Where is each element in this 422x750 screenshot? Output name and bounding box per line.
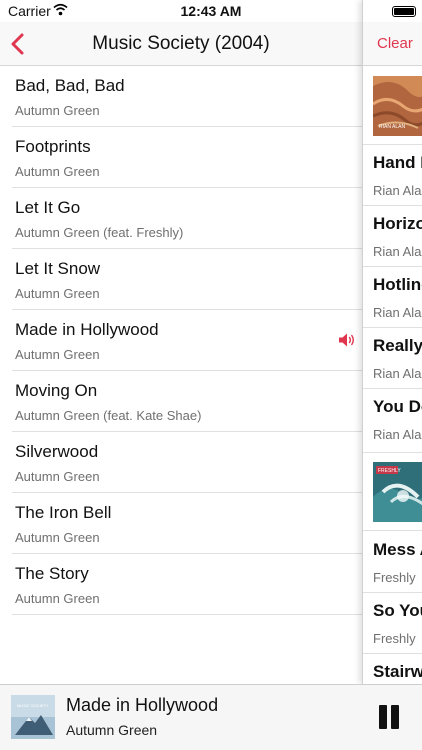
queue-item-title[interactable]: Really	[373, 336, 422, 356]
track-row[interactable]: Bad, Bad, Bad Autumn Green	[12, 66, 362, 127]
track-artist: Autumn Green	[15, 103, 100, 118]
queue-item-artist: Freshly	[373, 570, 416, 585]
track-title: Silverwood	[15, 442, 99, 461]
queue-item-title[interactable]: So You	[373, 601, 422, 621]
pause-button[interactable]	[376, 705, 402, 731]
track-row[interactable]: The Story Autumn Green	[12, 554, 362, 615]
track-title: Let It Go	[15, 198, 81, 217]
track-artist: Autumn Green	[15, 530, 100, 545]
track-title: Moving On	[15, 381, 98, 400]
now-playing-album-art: MUSIC SOCIETY	[11, 695, 55, 739]
status-bar: Carrier 12:43 AM	[0, 0, 422, 22]
track-artist: Autumn Green	[15, 286, 100, 301]
queue-item-title[interactable]: Hotline	[373, 275, 422, 295]
album-track-panel: Music Society (2004) Bad, Bad, Bad Autum…	[0, 0, 362, 750]
queue-item-artist: Freshly	[373, 631, 416, 646]
track-artist: Autumn Green	[15, 164, 100, 179]
battery-icon	[392, 6, 416, 17]
divider	[363, 653, 422, 654]
divider	[363, 205, 422, 206]
track-row[interactable]: Let It Snow Autumn Green	[12, 249, 362, 310]
track-list: Bad, Bad, Bad Autumn Green Footprints Au…	[0, 66, 362, 615]
up-next-queue-panel[interactable]: Clear RIAN ALAN Hand In Rian Alan Horizo…	[362, 0, 422, 684]
queue-header: Clear	[363, 22, 422, 66]
track-row-playing[interactable]: Made in Hollywood Autumn Green	[12, 310, 362, 371]
now-playing-bar[interactable]: MUSIC SOCIETY Made in Hollywood Autumn G…	[0, 684, 422, 750]
pause-icon	[379, 705, 387, 729]
album-art-rian-alan: RIAN ALAN	[373, 76, 422, 136]
track-row[interactable]: Silverwood Autumn Green	[12, 432, 362, 493]
divider	[363, 592, 422, 593]
divider	[363, 144, 422, 145]
divider	[363, 388, 422, 389]
track-title: Footprints	[15, 137, 91, 156]
track-title: Bad, Bad, Bad	[15, 76, 125, 95]
speaker-icon	[339, 333, 354, 347]
queue-item-artist: Rian Alan	[373, 305, 422, 320]
page-title: Music Society (2004)	[92, 33, 270, 54]
queue-item-artist: Rian Alan	[373, 244, 422, 259]
track-row[interactable]: The Iron Bell Autumn Green	[12, 493, 362, 554]
queue-item-artist: Rian Alan	[373, 427, 422, 442]
track-artist: Autumn Green (feat. Kate Shae)	[15, 408, 202, 423]
track-title: Made in Hollywood	[15, 320, 159, 339]
queue-item-title[interactable]: Stairwa	[373, 662, 422, 682]
divider	[363, 530, 422, 531]
divider	[363, 327, 422, 328]
now-playing-artist: Autumn Green	[66, 722, 158, 738]
track-artist: Autumn Green (feat. Freshly)	[15, 225, 184, 240]
svg-text:MUSIC SOCIETY: MUSIC SOCIETY	[17, 703, 49, 708]
queue-item-artist: Rian Alan	[373, 366, 422, 381]
status-time: 12:43 AM	[180, 3, 242, 19]
track-row[interactable]: Moving On Autumn Green (feat. Kate Shae)	[12, 371, 362, 432]
track-artist: Autumn Green	[15, 347, 100, 362]
now-playing-title: Made in Hollywood	[66, 695, 219, 715]
clear-button[interactable]: Clear	[377, 35, 413, 52]
svg-text:RIAN ALAN: RIAN ALAN	[379, 124, 406, 130]
track-artist: Autumn Green	[15, 469, 100, 484]
divider	[363, 266, 422, 267]
navigation-bar: Music Society (2004)	[0, 22, 362, 66]
divider	[363, 452, 422, 453]
track-row[interactable]: Footprints Autumn Green	[12, 127, 362, 188]
queue-item-title[interactable]: Hand In	[373, 153, 422, 173]
track-title: The Story	[15, 564, 89, 583]
album-art-freshly: FRESHLY	[373, 462, 422, 522]
queue-item-artist: Rian Alan	[373, 183, 422, 198]
track-artist: Autumn Green	[15, 591, 100, 606]
track-title: Let It Snow	[15, 259, 101, 278]
track-row[interactable]: Let It Go Autumn Green (feat. Freshly)	[12, 188, 362, 249]
queue-item-title[interactable]: Mess A	[373, 540, 422, 560]
queue-item-title[interactable]: Horizo	[373, 214, 422, 234]
pause-icon	[391, 705, 399, 729]
svg-text:FRESHLY: FRESHLY	[378, 468, 401, 474]
queue-item-title[interactable]: You Do	[373, 397, 422, 417]
track-title: The Iron Bell	[15, 503, 112, 522]
